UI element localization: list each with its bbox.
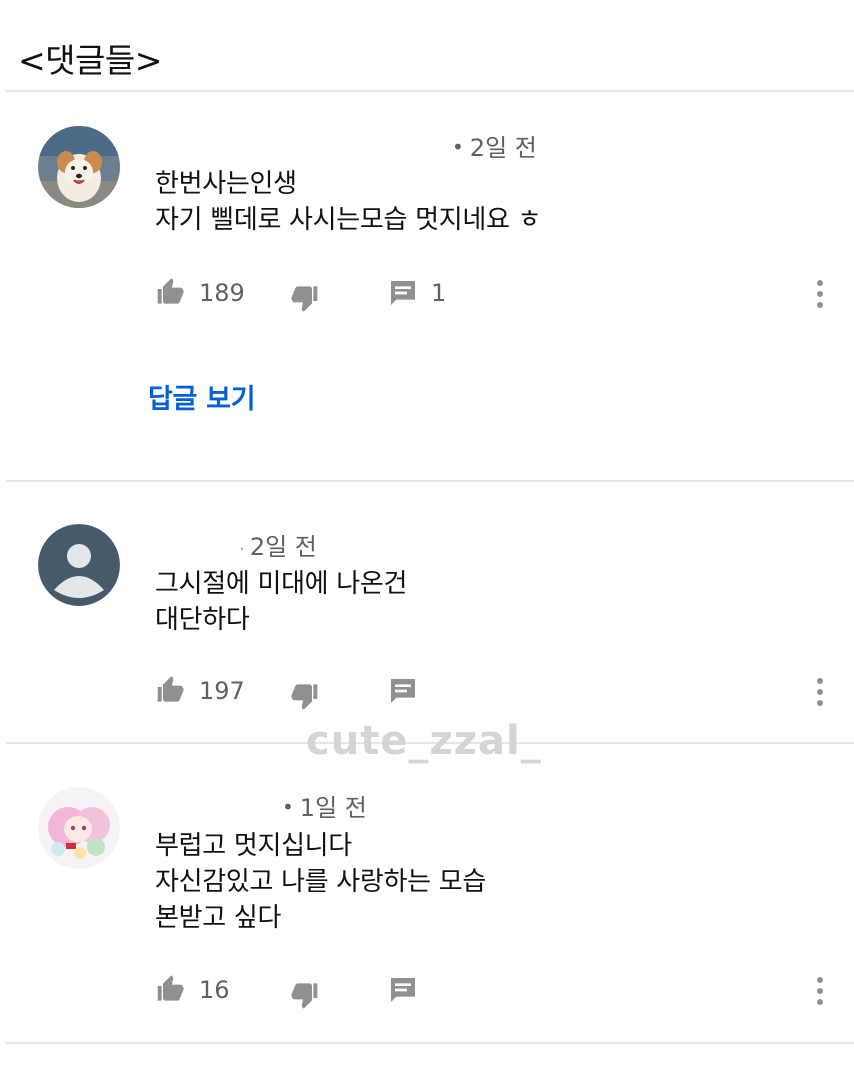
thumb-down-icon <box>291 286 318 312</box>
default-profile-icon <box>38 524 120 606</box>
like-button[interactable]: 16 <box>155 974 230 1006</box>
comment-text: 그시절에 미대에 나온건 대단하다 <box>155 569 408 635</box>
view-replies-link[interactable]: 답글 보기 <box>148 377 256 416</box>
comment-actions: 189 1 <box>155 277 835 313</box>
comment-icon <box>391 679 415 703</box>
like-button[interactable]: 189 <box>155 277 245 309</box>
more-vert-icon[interactable] <box>810 974 830 1008</box>
avatar[interactable] <box>38 126 120 208</box>
watermark: cute_zzal_ <box>306 718 542 764</box>
dislike-button[interactable] <box>288 679 320 711</box>
reply-button[interactable]: 1 <box>387 277 446 309</box>
comment-text: 부럽고 멋지십니다 자신감있고 나를 사랑하는 모습 본받고 싶다 <box>155 831 486 933</box>
reply-button[interactable] <box>387 675 419 707</box>
thumb-up-icon <box>157 676 184 702</box>
dislike-button[interactable] <box>288 978 320 1010</box>
more-vert-icon[interactable] <box>810 675 830 709</box>
dog-avatar-image <box>38 126 120 208</box>
anime-avatar-image <box>38 787 120 869</box>
comment-icon <box>391 281 415 305</box>
like-count: 197 <box>199 677 245 705</box>
thumb-up-icon <box>157 278 184 304</box>
comment-timestamp: • 1일 전 <box>282 794 367 822</box>
thumb-down-icon <box>291 983 318 1009</box>
comment-actions: 197 <box>155 675 835 711</box>
avatar[interactable] <box>38 787 120 869</box>
divider <box>6 90 854 92</box>
avatar[interactable] <box>38 524 120 606</box>
comment-timestamp: • 2일 전 <box>452 134 537 162</box>
like-count: 189 <box>199 279 245 307</box>
divider <box>6 480 854 482</box>
divider <box>6 1042 854 1044</box>
thumb-down-icon <box>291 684 318 710</box>
like-button[interactable]: 197 <box>155 675 245 707</box>
comment-timestamp: · 2일 전 <box>240 533 317 561</box>
comment-icon <box>391 978 415 1002</box>
reply-button[interactable] <box>387 974 419 1006</box>
comment-actions: 16 <box>155 974 835 1010</box>
dislike-button[interactable] <box>288 281 320 313</box>
thumb-up-icon <box>157 975 184 1001</box>
reply-count: 1 <box>431 279 447 307</box>
more-vert-icon[interactable] <box>810 277 830 311</box>
like-count: 16 <box>199 976 230 1004</box>
comment-text: 한번사는인생 자기 삘데로 사시는모습 멋지네요 ㅎ <box>155 169 542 235</box>
page-title: <댓글들> <box>18 41 162 80</box>
